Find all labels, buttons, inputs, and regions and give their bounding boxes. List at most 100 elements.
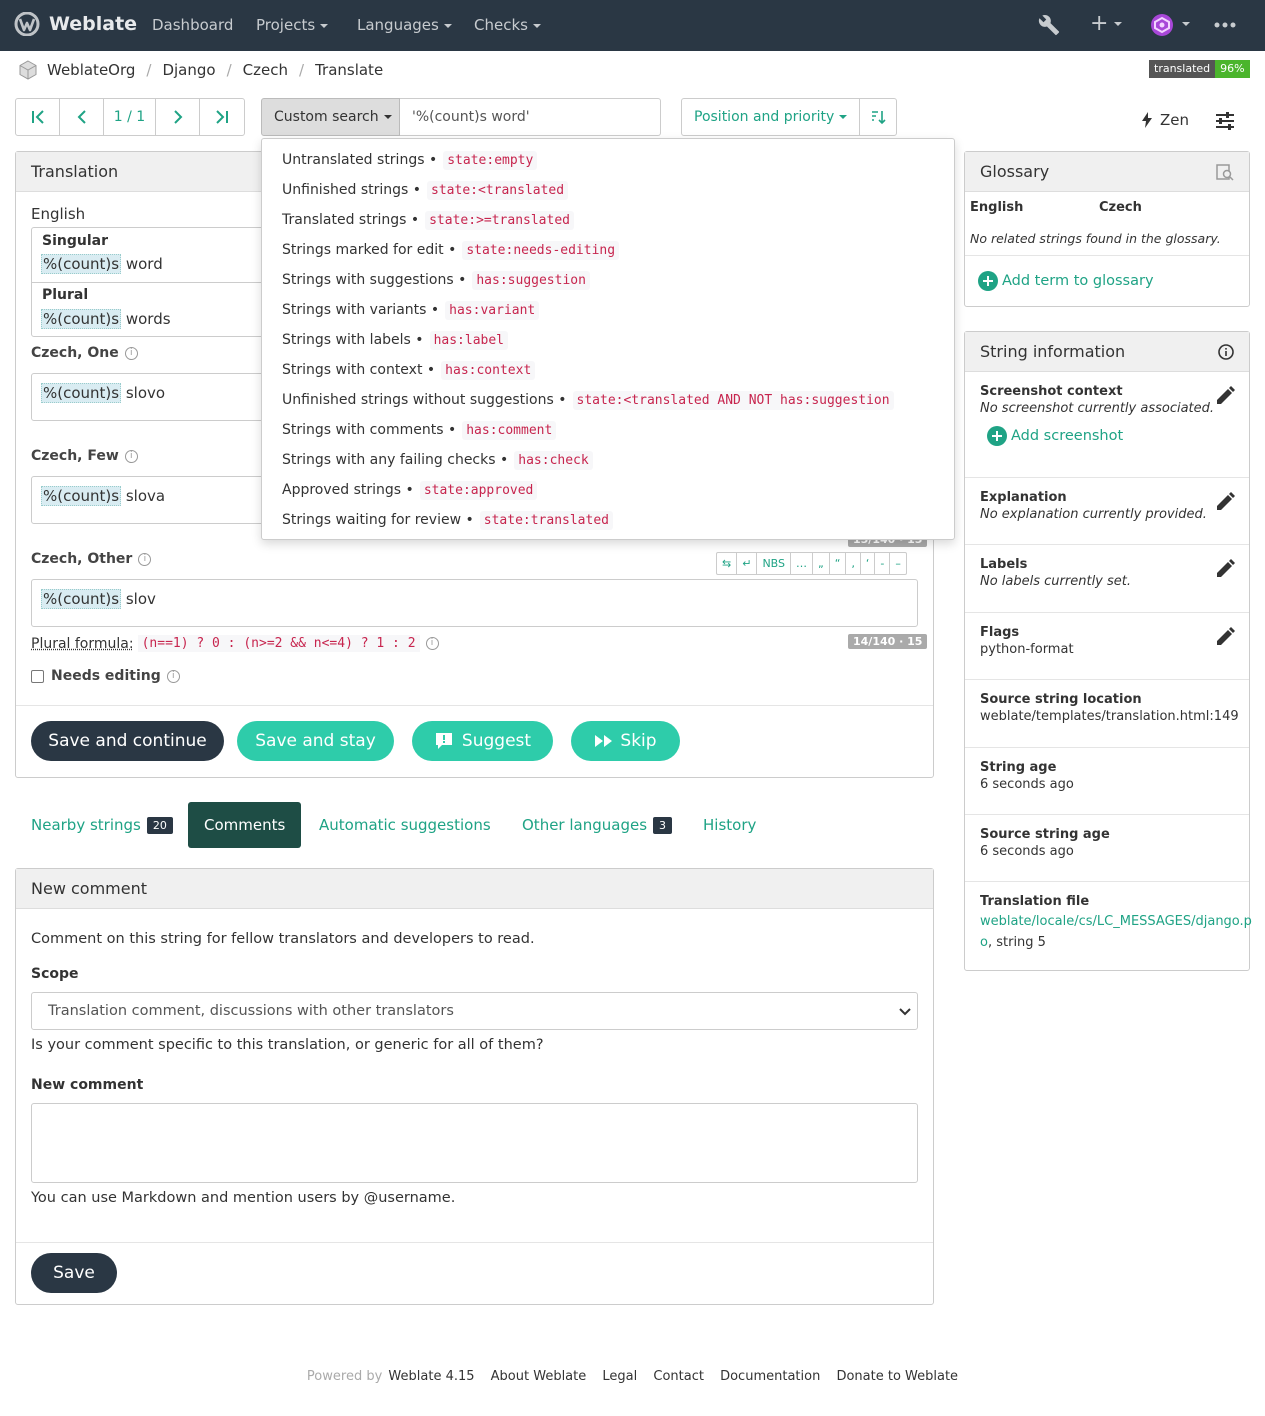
dropdown-item[interactable]: Strings with context • has:context (262, 355, 954, 385)
tab-comments[interactable]: Comments (188, 802, 302, 848)
new-comment-textarea[interactable] (31, 1103, 918, 1183)
panel-heading: New comment (16, 869, 933, 909)
search-input[interactable]: '%(count)s word' (400, 98, 661, 136)
dropdown-item[interactable]: Strings marked for edit • state:needs-edi… (262, 235, 954, 265)
info-circle-icon[interactable] (1218, 343, 1234, 360)
key-quote-high-button[interactable]: “ (830, 553, 847, 574)
nav-projects[interactable]: Projects (256, 16, 329, 34)
breadcrumb-current: Translate (315, 61, 384, 79)
first-page-button[interactable] (16, 99, 60, 135)
query-code: state:empty (443, 150, 538, 170)
breadcrumb-language[interactable]: Czech (243, 61, 288, 79)
info-icon[interactable]: i (138, 552, 152, 566)
key-single-low-button[interactable]: ‚ (846, 553, 861, 574)
sort-direction-button[interactable] (860, 99, 896, 135)
last-page-button[interactable] (200, 99, 244, 135)
info-icon[interactable]: i (124, 346, 138, 360)
save-stay-button[interactable]: Save and stay (237, 721, 394, 761)
source-location-link[interactable]: weblate/templates/translation.html:149 (980, 709, 1239, 724)
add-screenshot-link[interactable]: Add screenshot (987, 426, 1234, 446)
zen-button[interactable]: Zen (1140, 111, 1189, 129)
sort-button[interactable]: Position and priority (682, 99, 861, 135)
tab-history[interactable]: History (687, 802, 772, 848)
key-dash-button[interactable]: – (890, 553, 906, 574)
key-tab-button[interactable]: ⇆ (717, 553, 738, 574)
placeholder[interactable]: %(count)s (41, 383, 122, 403)
brand[interactable]: Weblate (14, 12, 137, 36)
key-nbsp-button[interactable]: NBS (757, 553, 792, 574)
footer-about-link[interactable]: About Weblate (491, 1369, 587, 1384)
add-menu[interactable]: + (1090, 13, 1123, 35)
dropdown-item[interactable]: Translated strings • state:>=translated (262, 205, 954, 235)
custom-search-button[interactable]: Custom search (261, 98, 400, 136)
tab-automatic-suggestions[interactable]: Automatic suggestions (303, 802, 507, 848)
pencil-icon[interactable] (1215, 627, 1235, 647)
chevron-down-icon (1114, 22, 1123, 26)
suggest-button[interactable]: Suggest (412, 721, 553, 761)
sort-group: Position and priority (681, 98, 898, 136)
translation-file-link[interactable]: weblate/locale/cs/LC_MESSAGES/django.p (980, 914, 1252, 929)
scope-select[interactable]: Translation comment, discussions with ot… (31, 992, 918, 1030)
save-comment-button[interactable]: Save (31, 1253, 117, 1293)
dropdown-item[interactable]: Strings with variants • has:variant (262, 295, 954, 325)
nav-languages[interactable]: Languages (357, 16, 452, 34)
more-icon[interactable] (1214, 16, 1236, 38)
info-value: 6 seconds ago (980, 844, 1074, 859)
add-term-link[interactable]: Add term to glossary (978, 271, 1154, 291)
key-newline-button[interactable]: ↵ (737, 553, 758, 574)
dropdown-item[interactable]: Unfinished strings • state:<translated (262, 175, 954, 205)
dropdown-item[interactable]: Strings with labels • has:label (262, 325, 954, 355)
chevron-down-icon (320, 23, 329, 28)
dropdown-item[interactable]: Unfinished strings without suggestions •… (262, 385, 954, 415)
dropdown-item[interactable]: Strings with comments • has:comment (262, 415, 954, 445)
placeholder[interactable]: %(count)s (41, 309, 122, 329)
dropdown-item[interactable]: Strings with suggestions • has:suggestion (262, 265, 954, 295)
pencil-icon[interactable] (1215, 386, 1235, 406)
skip-button[interactable]: Skip (571, 721, 680, 761)
key-hyphen-button[interactable]: - (875, 553, 891, 574)
footer-version-link[interactable]: Weblate 4.15 (388, 1369, 474, 1384)
chevron-down-icon (532, 23, 541, 28)
breadcrumb-project[interactable]: WeblateOrg (47, 61, 135, 79)
breadcrumb-separator: / (146, 61, 152, 79)
dropdown-item[interactable]: Strings with any failing checks • has:che… (262, 445, 954, 475)
tab-nearby-strings[interactable]: Nearby strings 20 (15, 802, 189, 848)
tab-other-languages[interactable]: Other languages 3 (506, 802, 688, 848)
translated-badge[interactable]: translated 96% (1149, 60, 1250, 78)
pencil-icon[interactable] (1215, 492, 1235, 512)
footer-documentation-link[interactable]: Documentation (720, 1369, 820, 1384)
nav-checks[interactable]: Checks (474, 16, 541, 34)
query-code: state:>=translated (425, 210, 574, 230)
powered-by: Powered by (306, 1369, 383, 1384)
placeholder[interactable]: %(count)s (41, 589, 122, 609)
next-button[interactable] (156, 99, 200, 135)
footer-legal-link[interactable]: Legal (602, 1369, 637, 1384)
placeholder[interactable]: %(count)s (41, 486, 122, 506)
key-quote-low-button[interactable]: „ (813, 553, 830, 574)
dropdown-item[interactable]: Untranslated strings • state:empty (262, 145, 954, 175)
czech-other-textarea[interactable]: %(count)s slov (31, 579, 918, 627)
breadcrumb-component[interactable]: Django (162, 61, 215, 79)
dropdown-item[interactable]: Strings waiting for review • state:transl… (262, 505, 954, 535)
placeholder[interactable]: %(count)s (41, 254, 122, 274)
pencil-icon[interactable] (1215, 559, 1235, 579)
info-icon[interactable]: i (425, 637, 439, 650)
user-menu[interactable] (1151, 14, 1191, 40)
key-single-high-button[interactable]: ‘ (861, 553, 876, 574)
glossary-search-icon[interactable] (1216, 163, 1234, 181)
previous-button[interactable] (60, 99, 104, 135)
footer-donate-link[interactable]: Donate to Weblate (836, 1369, 958, 1384)
footer-contact-link[interactable]: Contact (653, 1369, 704, 1384)
info-icon[interactable]: i (124, 449, 138, 463)
save-continue-button[interactable]: Save and continue (31, 721, 224, 761)
key-ellipsis-button[interactable]: … (791, 553, 814, 574)
wrench-icon[interactable] (1038, 14, 1060, 40)
badge-label: translated (1149, 60, 1216, 78)
needs-editing-checkbox[interactable] (31, 669, 44, 683)
translation-file-link-end[interactable]: o (980, 935, 988, 950)
source-age-row: Source string age 6 seconds ago (965, 815, 1249, 882)
nav-dashboard[interactable]: Dashboard (152, 16, 233, 34)
settings-sliders-icon[interactable] (1215, 112, 1235, 134)
info-icon[interactable]: i (166, 669, 180, 683)
dropdown-item[interactable]: Approved strings • state:approved (262, 475, 954, 505)
